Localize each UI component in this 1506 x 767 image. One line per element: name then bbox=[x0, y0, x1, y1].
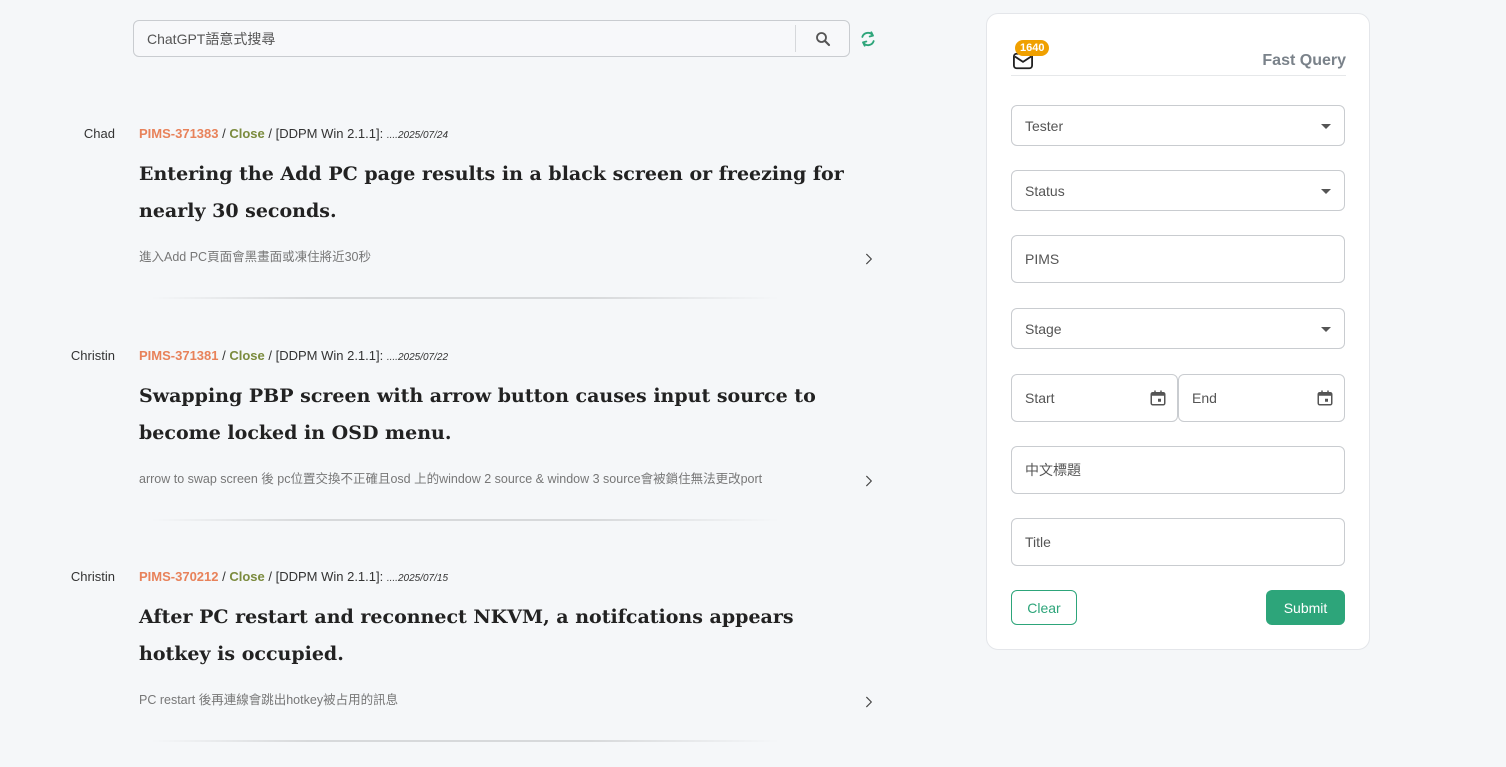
panel-header: 1640 Fast Query bbox=[1011, 40, 1346, 76]
issue-owner: Christin bbox=[70, 348, 115, 363]
meta-separator: / bbox=[218, 348, 230, 363]
issue-title: After PC restart and reconnect NKVM, a n… bbox=[139, 606, 794, 665]
pims-link[interactable]: PIMS-370212 bbox=[139, 569, 219, 584]
stage-select[interactable]: Stage bbox=[1011, 308, 1345, 349]
pims-link[interactable]: PIMS-371381 bbox=[139, 348, 219, 363]
status-text: Close bbox=[229, 569, 265, 584]
issue-description: 進入Add PC頁面會黑畫面或凍住將近30秒 bbox=[139, 250, 371, 264]
notification-badge: 1640 bbox=[1015, 40, 1050, 56]
status-select[interactable]: Status bbox=[1011, 170, 1345, 211]
meta-project: / [DDPM Win 2.1.1]: bbox=[264, 348, 387, 363]
dropdown-caret-icon bbox=[1321, 188, 1331, 194]
meta-project: / [DDPM Win 2.1.1]: bbox=[264, 126, 387, 141]
meta-separator: / bbox=[218, 126, 230, 141]
clear-button[interactable]: Clear bbox=[1011, 590, 1077, 625]
issue-title: Swapping PBP screen with arrow button ca… bbox=[139, 385, 816, 444]
issue-owner: Chad bbox=[83, 126, 115, 141]
divider bbox=[150, 297, 780, 299]
fast-query-panel: 1640 Fast Query Tester Status PIMS Stage… bbox=[986, 13, 1370, 650]
divider bbox=[150, 519, 780, 521]
title-input-placeholder: Title bbox=[1025, 534, 1051, 550]
dropdown-caret-icon bbox=[1321, 326, 1331, 332]
search-bar bbox=[133, 20, 850, 57]
pims-link[interactable]: PIMS-371383 bbox=[139, 126, 219, 141]
chevron-right-icon[interactable] bbox=[862, 252, 876, 266]
panel-title: Fast Query bbox=[1262, 52, 1346, 69]
submit-button[interactable]: Submit bbox=[1266, 590, 1345, 625]
search-input[interactable] bbox=[134, 21, 795, 56]
start-date-placeholder: Start bbox=[1025, 390, 1055, 406]
title-input[interactable]: Title bbox=[1011, 518, 1345, 566]
issue-meta: PIMS-371383 / Close / [DDPM Win 2.1.1]: … bbox=[139, 126, 448, 141]
search-icon bbox=[815, 31, 830, 46]
search-button[interactable] bbox=[795, 25, 849, 52]
issue-meta: PIMS-370212 / Close / [DDPM Win 2.1.1]: … bbox=[139, 569, 448, 584]
start-date-input[interactable]: Start bbox=[1011, 374, 1178, 422]
end-date-placeholder: End bbox=[1192, 390, 1217, 406]
divider bbox=[150, 740, 780, 742]
dropdown-caret-icon bbox=[1321, 123, 1331, 129]
pims-input[interactable]: PIMS bbox=[1011, 235, 1345, 283]
chevron-right-icon[interactable] bbox=[862, 695, 876, 709]
chinese-title-placeholder: 中文標題 bbox=[1025, 462, 1081, 478]
calendar-icon[interactable] bbox=[1316, 389, 1334, 407]
status-text: Close bbox=[229, 126, 265, 141]
status-text: Close bbox=[229, 348, 265, 363]
end-date-input[interactable]: End bbox=[1178, 374, 1345, 422]
chinese-title-input[interactable]: 中文標題 bbox=[1011, 446, 1345, 494]
chevron-right-icon[interactable] bbox=[862, 474, 876, 488]
issue-owner: Christin bbox=[70, 569, 115, 584]
pims-input-placeholder: PIMS bbox=[1025, 251, 1060, 267]
stage-select-label: Stage bbox=[1025, 320, 1062, 337]
issue-title: Entering the Add PC page results in a bl… bbox=[139, 163, 844, 222]
issue-date: ....2025/07/24 bbox=[386, 130, 449, 141]
meta-project: / [DDPM Win 2.1.1]: bbox=[264, 569, 387, 584]
status-select-label: Status bbox=[1025, 182, 1065, 199]
issue-meta: PIMS-371381 / Close / [DDPM Win 2.1.1]: … bbox=[139, 348, 448, 363]
issue-date: ....2025/07/15 bbox=[386, 573, 449, 584]
meta-separator: / bbox=[218, 569, 230, 584]
calendar-icon[interactable] bbox=[1149, 389, 1167, 407]
issue-date: ....2025/07/22 bbox=[386, 352, 449, 363]
refresh-icon[interactable] bbox=[858, 29, 878, 49]
issue-description: arrow to swap screen 後 pc位置交換不正確且osd 上的w… bbox=[139, 472, 763, 486]
tester-select-label: Tester bbox=[1025, 117, 1064, 134]
tester-select[interactable]: Tester bbox=[1011, 105, 1345, 146]
issue-description: PC restart 後再連線會跳出hotkey被占用的訊息 bbox=[139, 693, 399, 707]
